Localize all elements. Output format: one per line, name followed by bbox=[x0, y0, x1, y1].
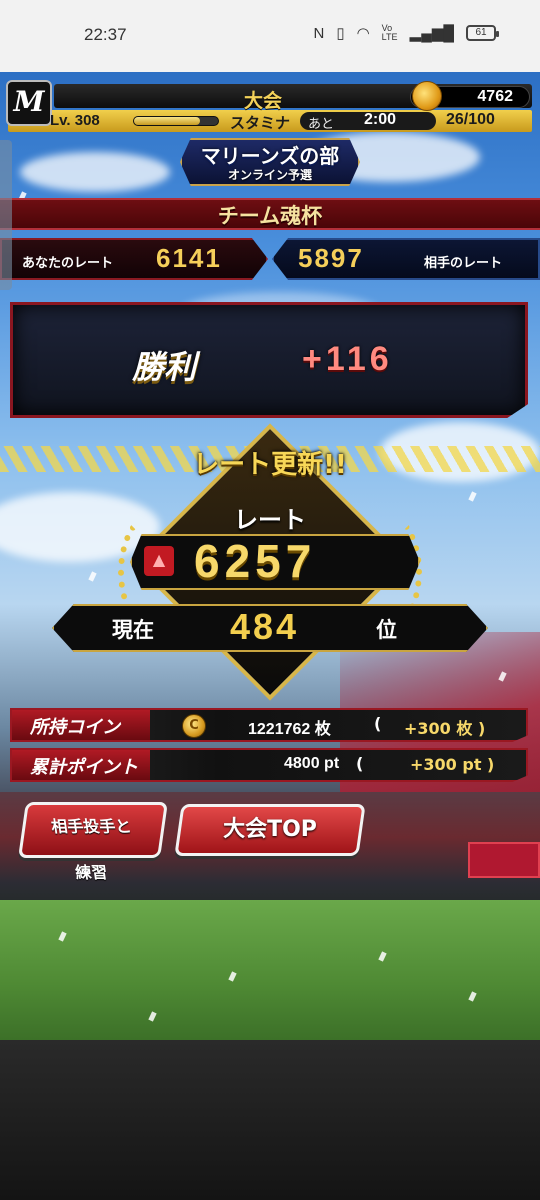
rank-suffix: 位 bbox=[376, 618, 397, 642]
game-screen: M 大会 4762 Lv. 308 スタミナ あと 2:00 26/100 マリ… bbox=[0, 72, 540, 1040]
screen-title: 大会 bbox=[244, 90, 283, 112]
level-value: 308 bbox=[74, 112, 100, 129]
new-rate-value: 6257 bbox=[194, 535, 317, 587]
rank-prefix: 現在 bbox=[112, 618, 154, 642]
level-label: Lv. bbox=[50, 112, 71, 129]
coins-gain: +300 枚 ) bbox=[404, 719, 486, 738]
cup-name: チーム魂杯 bbox=[217, 204, 323, 228]
wifi-icon: ◠ bbox=[356, 25, 370, 42]
my-rate-value: 6141 bbox=[156, 243, 222, 273]
practice-button-label: 相手投手と 練習 bbox=[23, 805, 159, 883]
baseball-field bbox=[0, 900, 540, 1040]
points-value: 4800 pt bbox=[284, 755, 340, 772]
champion-banner bbox=[468, 842, 540, 878]
coins-label: 所持コイン bbox=[12, 710, 150, 740]
menu-logo-button[interactable]: M bbox=[6, 80, 52, 126]
vibrate-icon: ▯ bbox=[336, 25, 345, 42]
practice-line2: 練習 bbox=[74, 863, 109, 882]
stamina-timer: 2:00 bbox=[364, 111, 397, 128]
practice-vs-pitcher-button[interactable]: 相手投手と 練習 bbox=[18, 802, 168, 882]
coins-value: 1221762 枚 bbox=[248, 721, 331, 738]
practice-line1: 相手投手と bbox=[50, 817, 133, 836]
nfc-icon: N bbox=[313, 24, 325, 42]
level-indicator: Lv. 308 bbox=[50, 112, 100, 129]
points-row: 累計ポイント 4800 pt ( +300 pt ) bbox=[10, 748, 528, 782]
currency-icon bbox=[412, 81, 442, 111]
status-bar: 22:37 N ▯ ◠ Vo LTE ▂▄▆█ 61 bbox=[0, 0, 540, 72]
rank-value: 484 bbox=[230, 606, 300, 647]
status-time: 22:37 bbox=[84, 25, 127, 44]
bottom-bar bbox=[0, 1040, 540, 1200]
points-paren-open: ( bbox=[356, 754, 364, 773]
my-rate-label: あなたのレート bbox=[22, 256, 114, 271]
event-title: マリーンズの部 bbox=[200, 144, 340, 168]
status-icons: N ▯ ◠ Vo LTE ▂▄▆█ 61 bbox=[313, 23, 499, 42]
game-header: M 大会 4762 Lv. 308 スタミナ あと 2:00 26/100 bbox=[0, 80, 540, 132]
opponent-rate-value: 5897 bbox=[298, 243, 364, 273]
stamina-label: スタミナ bbox=[230, 114, 291, 132]
stamina-remaining-label: あと bbox=[308, 117, 335, 132]
match-result-panel bbox=[10, 302, 528, 418]
rate-up-arrow-icon: ▲ bbox=[144, 546, 174, 576]
coins-row: 所持コイン C 1221762 枚 ( +300 枚 ) bbox=[10, 708, 528, 742]
signal-icon: ▂▄▆█ bbox=[409, 25, 454, 42]
rate-change: +116 bbox=[302, 340, 393, 378]
tournament-top-button[interactable]: 大会TOP bbox=[174, 804, 366, 856]
points-label: 累計ポイント bbox=[12, 750, 150, 780]
new-rate-label: レート bbox=[234, 506, 306, 534]
confetti bbox=[88, 571, 97, 582]
volte-icon: Vo LTE bbox=[381, 23, 398, 42]
coin-icon: C bbox=[182, 714, 206, 738]
level-progress-fill bbox=[134, 117, 200, 125]
opponent-rate-label: 相手のレート bbox=[424, 256, 503, 271]
stamina-value: 26/100 bbox=[446, 111, 495, 128]
side-handle[interactable] bbox=[0, 140, 12, 290]
rate-comparison: あなたのレート 6141 5897 相手のレート bbox=[0, 238, 540, 280]
battery-icon: 61 bbox=[466, 25, 499, 41]
rate-update-title: レート更新!! bbox=[193, 450, 347, 480]
event-subtitle: オンライン予選 bbox=[227, 168, 312, 182]
cloud bbox=[20, 152, 170, 192]
tournament-top-label: 大会TOP bbox=[223, 817, 317, 842]
match-outcome: 勝利 bbox=[132, 348, 197, 386]
points-gain: +300 pt ) bbox=[410, 755, 495, 774]
coins-paren-open: ( bbox=[374, 714, 382, 733]
level-progress-bar bbox=[133, 116, 219, 126]
